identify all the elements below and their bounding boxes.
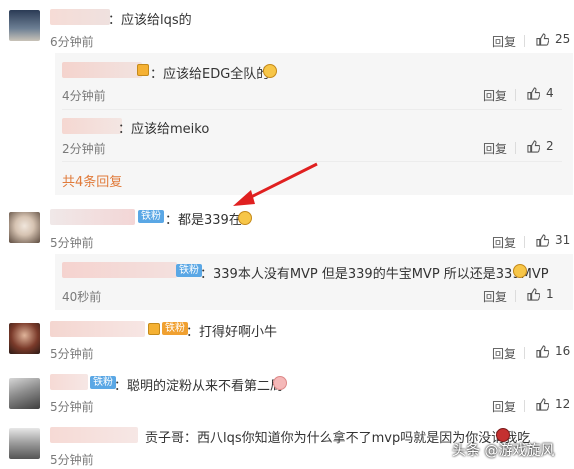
like-button[interactable]: 31 — [536, 233, 570, 247]
comment-time: 5分钟前 — [50, 347, 94, 361]
username[interactable] — [62, 118, 122, 134]
thumbs-up-icon — [527, 139, 540, 153]
comment-time: 6分钟前 — [50, 35, 94, 49]
thumbs-up-icon — [536, 32, 549, 46]
like-count: 2 — [546, 139, 554, 153]
reply-button[interactable]: 回复 — [492, 33, 516, 50]
reply-time: 4分钟前 — [62, 89, 106, 103]
separator — [524, 347, 525, 359]
avatar[interactable] — [9, 10, 40, 41]
like-button[interactable]: 12 — [536, 397, 570, 411]
reply-time: 2分钟前 — [62, 142, 106, 156]
fan-badge: 铁粉 — [162, 322, 188, 335]
separator — [524, 400, 525, 412]
fan-badge: 铁粉 — [90, 376, 116, 389]
username[interactable] — [50, 427, 138, 443]
reply-button[interactable]: 回复 — [483, 288, 507, 305]
separator — [515, 89, 516, 101]
username[interactable] — [62, 62, 142, 78]
separator — [524, 35, 525, 47]
reply-button[interactable]: 回复 — [492, 398, 516, 415]
like-count: 1 — [546, 287, 554, 301]
doge-emoji-icon — [263, 64, 277, 78]
avatar[interactable] — [9, 323, 40, 354]
reply-button[interactable]: 回复 — [492, 234, 516, 251]
username[interactable] — [62, 262, 177, 278]
like-button[interactable]: 4 — [527, 86, 554, 100]
comment-time: 5分钟前 — [50, 236, 94, 250]
username[interactable] — [50, 9, 110, 25]
avatar[interactable] — [9, 212, 40, 243]
reply-text: ：应该给meiko — [118, 122, 210, 137]
pig-emoji-icon — [273, 376, 287, 390]
thumbs-up-icon — [536, 344, 549, 358]
more-replies-link[interactable]: 共4条回复 — [62, 171, 122, 190]
thumbs-up-icon — [536, 233, 549, 247]
like-count: 31 — [555, 233, 571, 247]
doge-emoji-icon — [238, 211, 252, 225]
reply-button[interactable]: 回复 — [492, 345, 516, 362]
watermark: 头条 @游戏旋风 — [452, 443, 555, 459]
like-count: 25 — [555, 32, 571, 46]
vip-icon — [148, 323, 160, 335]
thumbs-up-icon — [536, 397, 549, 411]
avatar[interactable] — [9, 428, 40, 459]
separator — [515, 290, 516, 302]
username[interactable] — [50, 209, 135, 225]
comment-text: ：应该给lqs的 — [108, 13, 192, 28]
reply-button[interactable]: 回复 — [483, 140, 507, 157]
like-button[interactable]: 2 — [527, 139, 554, 153]
fan-badge: 铁粉 — [176, 264, 202, 277]
like-button[interactable]: 1 — [527, 287, 554, 301]
reply-text: ：应该给EDG全队的 — [150, 67, 270, 82]
avatar[interactable] — [9, 378, 40, 409]
comment-text: ：都是339在c — [165, 213, 249, 228]
username[interactable] — [50, 374, 88, 390]
like-count: 4 — [546, 86, 554, 100]
thumbs-up-icon — [527, 287, 540, 301]
like-button[interactable]: 16 — [536, 344, 570, 358]
comment-time: 5分钟前 — [50, 400, 94, 414]
reply-time: 40秒前 — [62, 290, 102, 304]
like-count: 16 — [555, 344, 571, 358]
comment-text: ：打得好啊小牛 — [186, 325, 278, 340]
divider — [62, 109, 562, 110]
thumbs-up-icon — [527, 86, 540, 100]
comment-time: 5分钟前 — [50, 453, 94, 467]
arrow-annotation-icon — [233, 162, 318, 206]
username[interactable] — [50, 321, 145, 337]
doge-emoji-icon — [513, 264, 527, 278]
comment-text: ：聪明的淀粉从来不看第二局 — [114, 379, 284, 394]
vip-icon — [137, 64, 149, 76]
fan-badge: 铁粉 — [138, 210, 164, 223]
like-count: 12 — [555, 397, 571, 411]
separator — [515, 142, 516, 154]
separator — [524, 236, 525, 248]
reply-button[interactable]: 回复 — [483, 87, 507, 104]
reply-text: ：339本人没有MVP 但是339的牛宝MVP 所以还是339MVP — [200, 267, 549, 282]
like-button[interactable]: 25 — [536, 32, 570, 46]
